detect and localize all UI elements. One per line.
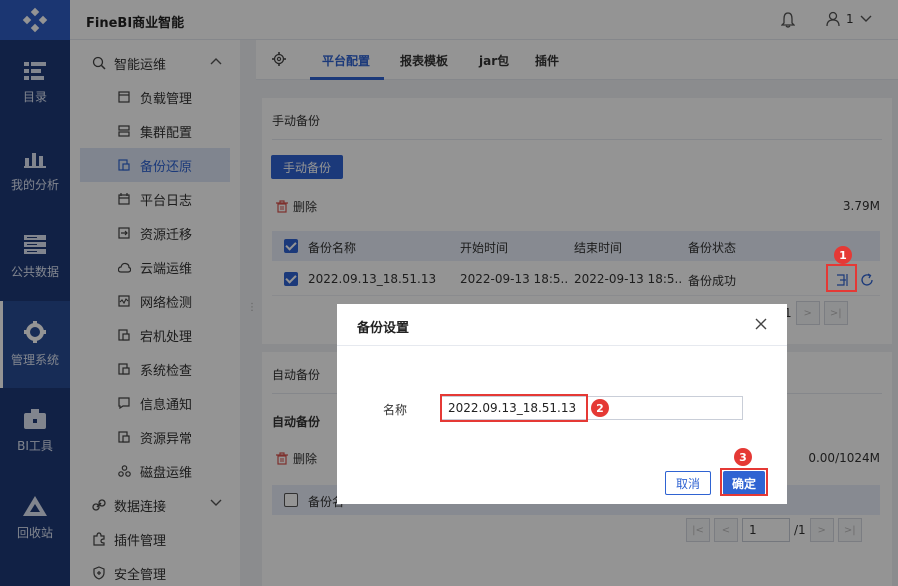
callout-badge-3: 3 bbox=[734, 448, 752, 466]
callout-badge-1: 1 bbox=[834, 246, 852, 264]
dialog-title: 备份设置 bbox=[357, 321, 410, 336]
callout-badge-2: 2 bbox=[591, 399, 609, 417]
name-label: 名称 bbox=[383, 403, 408, 417]
cancel-button[interactable]: 取消 bbox=[665, 471, 711, 495]
close-icon[interactable] bbox=[755, 318, 767, 330]
highlight-restore bbox=[826, 264, 857, 292]
highlight-name-input bbox=[440, 394, 588, 422]
dialog-header: 备份设置 bbox=[337, 304, 787, 346]
highlight-confirm bbox=[720, 468, 768, 496]
